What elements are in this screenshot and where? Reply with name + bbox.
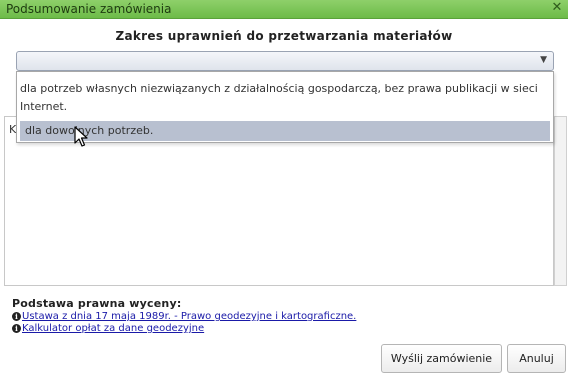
notes-scrollbar[interactable] bbox=[554, 116, 567, 286]
mouse-pointer-icon bbox=[74, 126, 88, 147]
info-icon: i bbox=[12, 324, 21, 333]
permissions-select[interactable]: ▼ bbox=[16, 51, 554, 71]
permissions-option[interactable]: dla potrzeb własnych niezwiązanych z dzi… bbox=[20, 80, 545, 116]
law-link[interactable]: Ustawa z dnia 17 maja 1989r. - Prawo geo… bbox=[22, 311, 356, 322]
permissions-option-highlighted[interactable]: dla dowolnych potrzeb. bbox=[20, 121, 550, 141]
permissions-dropdown-list: dla potrzeb własnych niezwiązanych z dzi… bbox=[16, 71, 554, 143]
send-order-button[interactable]: Wyślij zamówienie bbox=[381, 344, 502, 373]
legal-link-row: i Kalkulator opłat za dane geodezyjne bbox=[12, 323, 204, 334]
legal-link-row: i Ustawa z dnia 17 maja 1989r. - Prawo g… bbox=[12, 311, 356, 322]
dialog-title: Podsumowanie zamówienia bbox=[6, 2, 172, 16]
close-icon[interactable]: ✕ bbox=[550, 0, 564, 16]
chevron-down-icon: ▼ bbox=[540, 55, 547, 65]
info-icon: i bbox=[12, 312, 21, 321]
dialog-titlebar[interactable]: Podsumowanie zamówienia ✕ bbox=[0, 0, 568, 19]
legal-basis-heading: Podstawa prawna wyceny: bbox=[12, 297, 182, 310]
cancel-button[interactable]: Anuluj bbox=[507, 344, 566, 373]
fee-calculator-link[interactable]: Kalkulator opłat za dane geodezyjne bbox=[22, 323, 204, 334]
permissions-heading: Zakres uprawnień do przetwarzania materi… bbox=[115, 29, 453, 43]
